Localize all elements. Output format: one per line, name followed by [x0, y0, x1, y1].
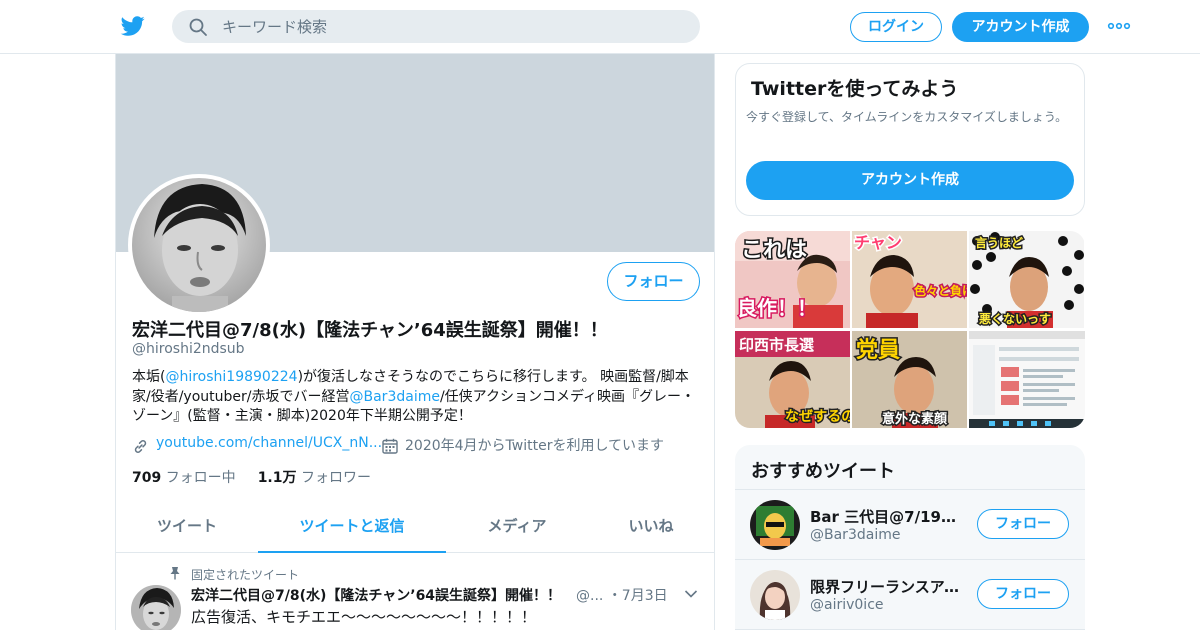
media-thumbnail[interactable]	[969, 331, 1085, 428]
avatar[interactable]	[750, 500, 800, 550]
recommended-title: おすすめツイート	[751, 461, 895, 482]
following-stat[interactable]: 709 フォロー中	[132, 470, 236, 486]
tab-tweets-and-replies[interactable]: ツイートと返信	[258, 500, 446, 553]
bio-text: 本垢(	[132, 369, 166, 385]
profile-avatar[interactable]	[128, 174, 270, 316]
profile-tabs: ツイート ツイートと返信 メディア いいね	[116, 500, 714, 553]
pinned-tweet-label: 固定されたツイート	[191, 568, 300, 582]
avatar[interactable]	[750, 570, 800, 620]
media-thumbnail[interactable]: チャン 色々と負けてるぞw	[852, 231, 967, 328]
thumb-caption: 言うほど	[975, 235, 1023, 250]
recommended-tweets-panel: おすすめツイート Bar 三代目@7/19ゲスト宏洋 @Bar3daime フォ…	[735, 445, 1085, 630]
signup-button[interactable]: アカウント作成	[952, 12, 1089, 42]
followers-label: フォロワー	[300, 470, 371, 486]
thumb-caption: これは	[741, 238, 807, 263]
tweet-author-name[interactable]: 宏洋二代目@7/8(水)【隆法チャン’64誤生誕祭】開催！！	[191, 585, 561, 605]
follow-button[interactable]: フォロー	[607, 262, 700, 301]
twitter-bird-icon[interactable]	[120, 14, 146, 38]
tweet-author-avatar[interactable]	[131, 585, 181, 630]
thumb-caption: 悪くないっす	[979, 312, 1051, 326]
followers-stat[interactable]: 1.1万 フォロワー	[258, 470, 371, 486]
follow-button[interactable]: フォロー	[977, 509, 1069, 539]
bio-mention-link[interactable]: @hiroshi19890224	[165, 369, 297, 385]
thumb-caption: なぜするの	[785, 409, 850, 425]
thumb-caption: 意外な素顔	[882, 411, 948, 427]
profile-handle[interactable]: @hiroshi2ndsub	[132, 341, 245, 357]
profile-bio: 本垢(@hiroshi19890224)が復活しなさそうなのでこちらに移行します…	[132, 368, 702, 427]
media-thumbnail[interactable]: 言うほど 悪くないっす	[969, 231, 1084, 328]
avatar-photo	[131, 585, 181, 630]
signup-prompt-card: Twitterを使ってみよう 今すぐ登録して、タイムラインをカスタマイズしましょ…	[735, 63, 1085, 216]
profile-display-name[interactable]: 宏洋二代目@7/8(水)【隆法チャン’64誤生誕祭】開催！！	[132, 316, 608, 342]
bio-mention-link[interactable]: @Bar3daime	[350, 389, 440, 405]
followers-count: 1.1万	[257, 470, 297, 486]
login-button[interactable]: ログイン	[850, 12, 942, 42]
media-thumbnail[interactable]: 党員 意外な素顔	[852, 331, 967, 428]
media-thumbnail[interactable]: これは 良作！！	[735, 231, 850, 328]
calendar-icon	[382, 438, 398, 454]
recommended-name[interactable]: Bar 三代目@7/19ゲスト宏洋	[810, 506, 970, 527]
tweet-meta[interactable]: @... ・7月3日	[576, 585, 668, 605]
tab-likes[interactable]: いいね	[588, 500, 714, 553]
signup-card-title: Twitterを使ってみよう	[751, 78, 959, 100]
tab-media[interactable]: メディア	[446, 500, 588, 553]
recommended-handle[interactable]: @Bar3daime	[810, 527, 900, 543]
avatar-photo	[132, 178, 266, 312]
thumb-caption: チャン	[854, 233, 902, 252]
profile-url-link[interactable]: youtube.com/channel/UCX_nN...	[156, 435, 382, 451]
joined-date: 2020年4月からTwitterを利用しています	[405, 438, 665, 454]
link-icon	[134, 440, 147, 453]
following-count: 709	[132, 470, 162, 486]
media-thumbnail[interactable]: 印西市長選 なぜするの	[735, 331, 850, 428]
pin-icon	[170, 567, 180, 580]
search-icon	[189, 18, 207, 36]
recommended-item[interactable]: Bar 三代目@7/19ゲスト宏洋 @Bar3daime フォロー	[735, 490, 1085, 560]
top-navigation-bar: ログイン アカウント作成	[0, 0, 1200, 54]
thumb-caption: 印西市長選	[739, 336, 814, 354]
chevron-down-icon[interactable]	[684, 589, 698, 599]
tweet-text: 広告復活、キモチエエ〜〜〜〜〜〜〜〜！！！！！	[191, 608, 537, 626]
recommended-name[interactable]: 限界フリーランスアイリ	[810, 576, 970, 597]
search-box[interactable]	[172, 10, 700, 43]
recommended-handle[interactable]: @airiv0ice	[810, 597, 884, 613]
thumb-caption: 党員	[856, 338, 900, 363]
signup-card-description: 今すぐ登録して、タイムラインをカスタマイズしましょう。	[746, 110, 1068, 124]
tab-tweets[interactable]: ツイート	[116, 500, 258, 553]
more-dots-icon[interactable]	[1107, 18, 1131, 34]
media-grid: これは 良作！！ チャン 色々と負けてるぞw 言うほど 悪くないっす	[735, 231, 1085, 428]
profile-column: フォロー 宏洋二代目@7/8(水)【隆法チャン’64誤生誕祭】開催！！ @hir…	[115, 54, 715, 630]
signup-card-button[interactable]: アカウント作成	[746, 161, 1074, 200]
search-input[interactable]	[222, 16, 662, 38]
profile-stats: 709 フォロー中 1.1万 フォロワー	[132, 467, 371, 487]
recommended-item[interactable]: 限界フリーランスアイリ @airiv0ice フォロー	[735, 560, 1085, 630]
follow-button[interactable]: フォロー	[977, 579, 1069, 609]
following-label: フォロー中	[165, 470, 236, 486]
thumb-caption: 色々と負けてるぞw	[914, 283, 967, 298]
thumb-caption: 良作！！	[737, 296, 817, 320]
